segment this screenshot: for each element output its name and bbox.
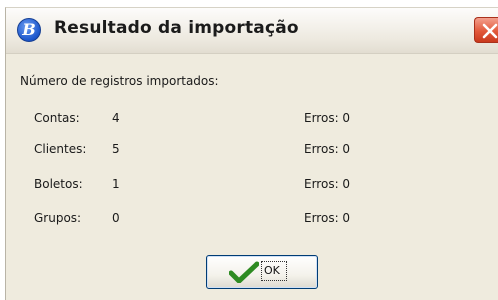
row-errors-grupos: Erros: 0 (304, 211, 351, 225)
checkmark-icon (229, 261, 259, 283)
imported-records-heading: Número de registros importados: (20, 74, 219, 88)
row-label-grupos: Grupos: (34, 211, 82, 225)
row-label-clientes: Clientes: (34, 142, 87, 156)
app-logo-icon: B (17, 18, 41, 42)
row-errors-contas: Erros: 0 (304, 111, 351, 125)
close-button[interactable] (474, 17, 498, 43)
row-value-clientes: 5 (112, 142, 120, 156)
row-value-boletos: 1 (112, 177, 120, 191)
row-label-boletos: Boletos: (34, 177, 83, 191)
dialog-title: Resultado da importação (54, 18, 299, 38)
row-value-grupos: 0 (112, 211, 120, 225)
row-errors-clientes: Erros: 0 (304, 142, 351, 156)
close-icon (482, 23, 498, 39)
import-result-dialog: B Resultado da importação Número de regi… (5, 7, 498, 300)
title-bar[interactable]: B Resultado da importação (6, 8, 498, 54)
ok-button-label: OK (264, 264, 280, 277)
row-value-contas: 4 (112, 111, 120, 125)
row-errors-boletos: Erros: 0 (304, 177, 351, 191)
ok-button[interactable]: OK (206, 255, 318, 289)
row-label-contas: Contas: (34, 111, 80, 125)
